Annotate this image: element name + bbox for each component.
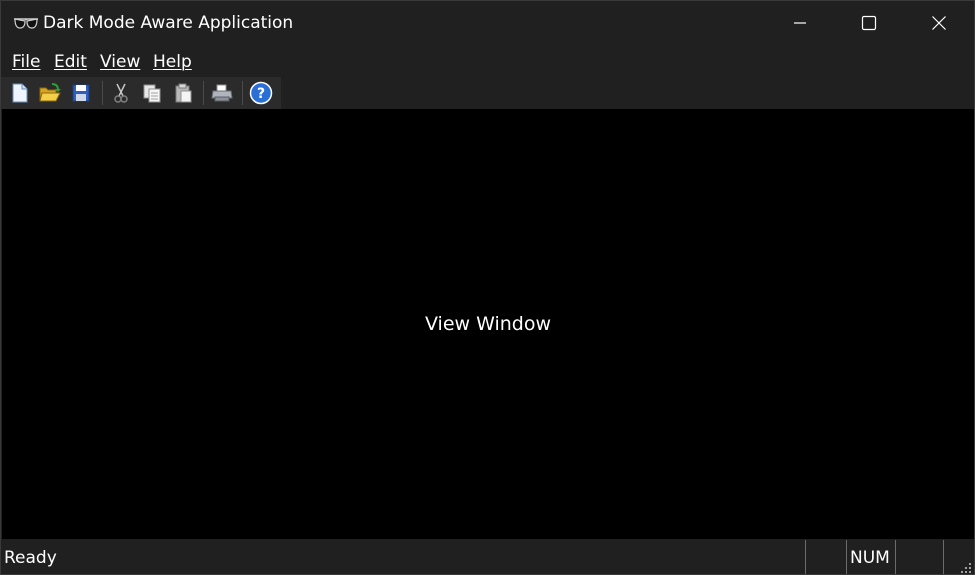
- minimize-button[interactable]: [765, 1, 835, 45]
- status-bar: Ready NUM: [1, 539, 974, 574]
- paste-button[interactable]: [170, 80, 196, 106]
- toolbar-separator: [203, 81, 204, 105]
- help-icon: ?: [249, 81, 273, 105]
- toolbar: ?: [1, 77, 281, 109]
- status-pane-caps: [805, 540, 846, 574]
- help-button[interactable]: ?: [248, 80, 274, 106]
- view-window[interactable]: View Window: [2, 109, 974, 539]
- window-title: Dark Mode Aware Application: [43, 13, 294, 33]
- print-button[interactable]: [209, 80, 235, 106]
- status-pane-scroll: [895, 540, 944, 574]
- maximize-icon: [861, 15, 877, 31]
- close-icon: [932, 16, 946, 30]
- sunglasses-icon: [14, 18, 38, 29]
- num-lock-indicator: NUM: [850, 548, 890, 568]
- status-text: Ready: [4, 548, 57, 568]
- toolbar-separator: [242, 81, 243, 105]
- app-window: Dark Mode Aware Application File Edit Vi…: [0, 0, 975, 575]
- maximize-button[interactable]: [834, 1, 904, 45]
- minimize-icon: [794, 22, 806, 24]
- close-button[interactable]: [904, 1, 974, 45]
- menu-view[interactable]: View: [100, 51, 140, 73]
- cut-icon: [114, 83, 128, 103]
- cut-button[interactable]: [108, 80, 134, 106]
- title-bar[interactable]: Dark Mode Aware Application: [1, 1, 974, 45]
- status-pane-end: [943, 540, 944, 574]
- resize-grip-icon[interactable]: [960, 562, 972, 574]
- print-icon: [211, 84, 233, 102]
- menu-file[interactable]: File: [12, 51, 40, 73]
- toolbar-separator: [102, 81, 103, 105]
- copy-button[interactable]: [139, 80, 165, 106]
- menu-edit[interactable]: Edit: [54, 51, 87, 73]
- menu-help[interactable]: Help: [153, 51, 192, 73]
- svg-text:?: ?: [257, 86, 265, 102]
- view-window-label: View Window: [424, 313, 552, 335]
- save-icon: [72, 84, 90, 102]
- open-button[interactable]: [37, 80, 63, 106]
- new-document-icon: [12, 83, 28, 103]
- open-folder-icon: [39, 83, 61, 102]
- new-button[interactable]: [7, 80, 33, 106]
- copy-icon: [143, 84, 161, 103]
- menu-bar: File Edit View Help: [1, 45, 974, 77]
- paste-icon: [175, 83, 192, 103]
- save-button[interactable]: [68, 80, 94, 106]
- toolbar-background: [281, 77, 974, 109]
